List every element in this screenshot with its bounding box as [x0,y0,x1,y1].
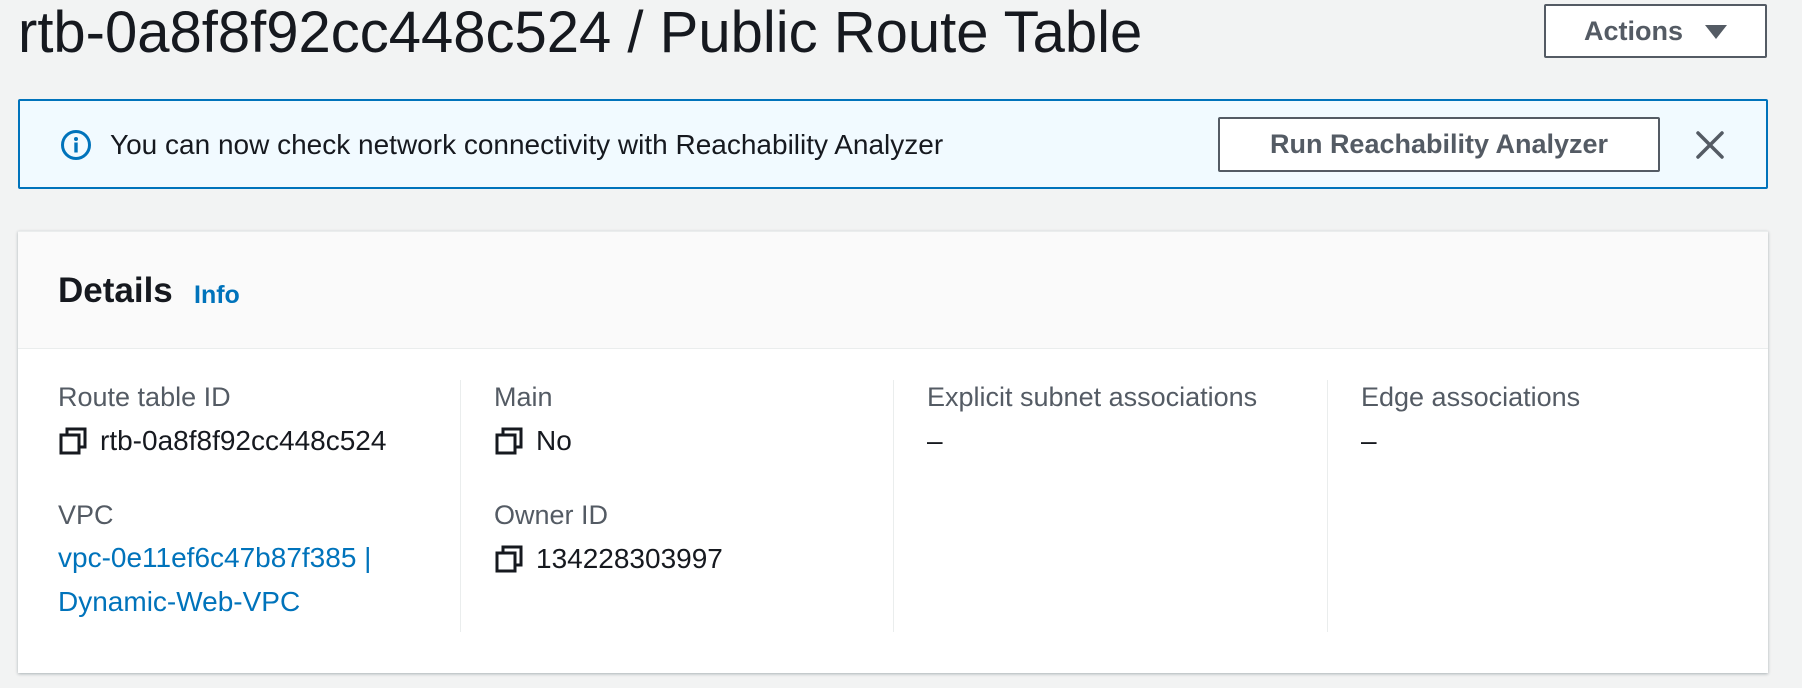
edge-associations-label: Edge associations [1361,382,1581,412]
close-icon[interactable] [1692,127,1728,163]
main-value: No [536,425,572,456]
page-title: rtb-0a8f8f92cc448c524 / Public Route Tab… [18,0,1143,65]
reachability-banner: You can now check network connectivity w… [18,99,1768,189]
info-icon [61,130,91,160]
explicit-subnet-associations-label: Explicit subnet associations [927,382,1258,412]
edge-associations-value: – [1361,425,1377,456]
details-header: Details Info [18,232,1768,349]
route-table-id-value: rtb-0a8f8f92cc448c524 [100,425,387,456]
details-column-4: Edge associations – [1361,380,1741,632]
copy-icon[interactable] [58,426,88,456]
column-divider [460,380,461,632]
owner-id-value: 134228303997 [536,543,723,574]
route-table-id-value-row: rtb-0a8f8f92cc448c524 [58,424,458,458]
actions-button-label: Actions [1583,15,1683,46]
details-panel: Details Info Route table ID rtb-0a8f8f92… [18,231,1768,673]
details-column-1: Route table ID rtb-0a8f8f92cc448c524 VPC… [58,380,458,632]
details-column-2: Main No Owner ID 134228303997 [494,380,894,632]
run-reachability-analyzer-button[interactable]: Run Reachability Analyzer [1218,117,1660,172]
actions-button[interactable]: Actions [1544,4,1767,58]
main-label: Main [494,382,553,412]
route-table-id-label: Route table ID [58,382,231,412]
column-divider [893,380,894,632]
banner-message: You can now check network connectivity w… [110,129,944,160]
main-value-row: No [494,424,894,458]
vpc-label: VPC [58,500,114,530]
vpc-link-line-2: Dynamic-Web-VPC [58,586,301,617]
details-column-3: Explicit subnet associations – [927,380,1327,632]
caret-down-icon [1705,25,1727,39]
column-divider [1327,380,1328,632]
owner-id-label: Owner ID [494,500,609,530]
details-title: Details [58,271,173,310]
explicit-subnet-associations-value: – [927,425,943,456]
copy-icon[interactable] [494,426,524,456]
owner-id-value-row: 134228303997 [494,542,894,576]
copy-icon[interactable] [494,544,524,574]
info-link[interactable]: Info [194,280,240,310]
vpc-link-line-1: vpc-0e11ef6c47b87f385 | [58,542,372,573]
vpc-link[interactable]: vpc-0e11ef6c47b87f385 | Dynamic-Web-VPC [58,536,458,624]
